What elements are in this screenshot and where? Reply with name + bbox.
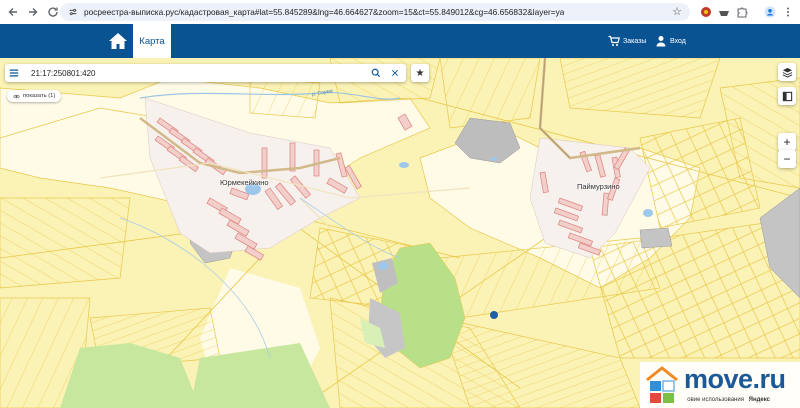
clear-icon[interactable] <box>388 66 402 80</box>
orders-label: Заказы <box>623 37 647 45</box>
layers-icon <box>782 67 792 78</box>
url-text: росреестра-выписка.рус/кадастровая_карта… <box>84 7 565 17</box>
watermark-brand: move.ru <box>684 364 786 394</box>
favorites-star-button[interactable]: ★ <box>411 64 429 82</box>
bookmark-star-icon[interactable]: ☆ <box>670 5 684 19</box>
forward-icon[interactable] <box>24 3 42 21</box>
move-logo-icon <box>646 366 678 403</box>
back-icon[interactable] <box>4 3 22 21</box>
login-button[interactable]: Вход <box>655 24 686 58</box>
tab-map[interactable]: Карта <box>133 24 171 58</box>
map-footer: овие использования Яндекс <box>687 397 770 403</box>
village-label: Юрмекейкино <box>220 178 269 187</box>
location-marker[interactable] <box>490 311 498 319</box>
pond <box>399 162 409 168</box>
zoom-in-button[interactable]: + <box>778 133 796 151</box>
field-parcel[interactable] <box>559 58 721 119</box>
village-label: Паймурзино <box>577 182 620 191</box>
pond <box>491 157 497 161</box>
home-icon[interactable] <box>108 32 128 50</box>
cart-icon <box>608 35 620 46</box>
cadastral-number-input[interactable] <box>31 68 351 78</box>
panel-toggle-button[interactable] <box>778 87 796 105</box>
terms-link[interactable]: овие использования <box>687 397 744 403</box>
user-icon <box>656 36 666 47</box>
profile-avatar-icon[interactable] <box>762 4 778 20</box>
address-bar[interactable]: росреестра-выписка.рус/кадастровая_карта… <box>60 3 690 21</box>
zoom-out-button[interactable]: − <box>778 150 796 168</box>
extension-icon-2[interactable] <box>716 4 732 20</box>
layers-button[interactable] <box>778 63 796 81</box>
hamburger-menu-icon[interactable] <box>5 64 23 82</box>
login-label: Вход <box>670 37 686 45</box>
site-header: Карта Заказы Вход <box>0 24 800 58</box>
eye-icon <box>13 94 20 98</box>
cadastral-map[interactable]: Юрмекейкино Паймурзино р. Сорма <box>0 58 800 408</box>
site-info-icon[interactable] <box>66 5 80 19</box>
puzzle-icon[interactable] <box>734 4 750 20</box>
kebab-menu-icon[interactable] <box>780 4 796 20</box>
field-parcel[interactable] <box>249 77 321 119</box>
extension-icon-1[interactable] <box>698 4 714 20</box>
cadastral-search-bar <box>5 64 406 82</box>
field-parcel[interactable] <box>439 58 541 129</box>
pond <box>378 262 388 270</box>
search-icon[interactable] <box>369 66 383 80</box>
browser-toolbar: росреестра-выписка.рус/кадастровая_карта… <box>0 0 800 24</box>
panel-icon <box>782 91 792 101</box>
map-canvas[interactable] <box>0 58 800 408</box>
show-results-button[interactable]: показать (1) <box>7 90 62 102</box>
yandex-label: Яндекс <box>748 397 770 403</box>
pond <box>643 209 653 217</box>
show-results-label: показать (1) <box>23 93 56 99</box>
orders-button[interactable]: Заказы <box>608 24 646 58</box>
industrial-zone <box>639 227 673 249</box>
